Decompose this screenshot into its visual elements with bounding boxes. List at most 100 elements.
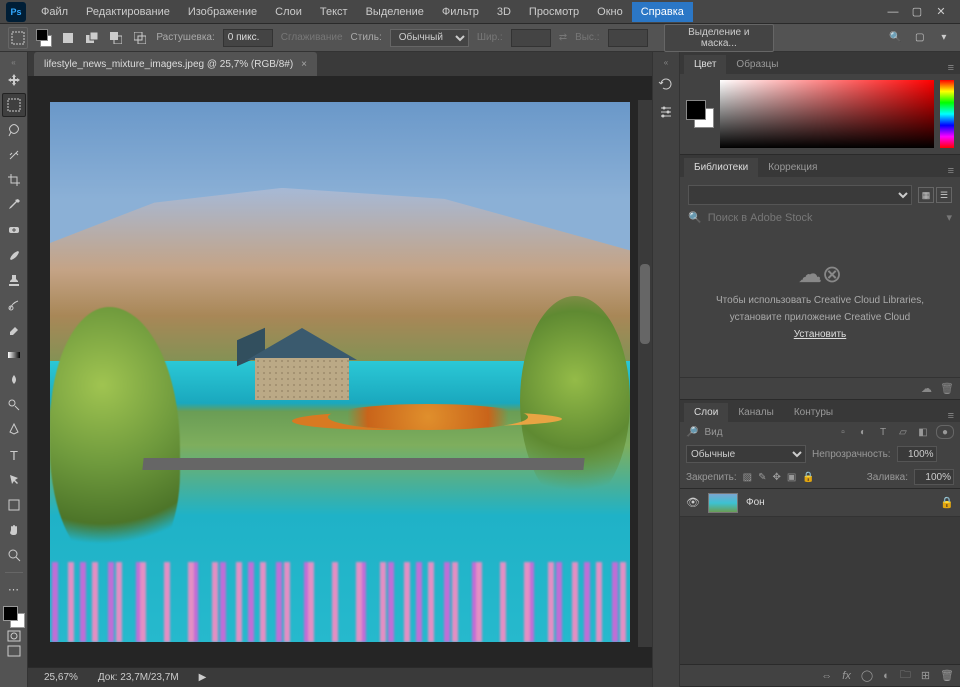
type-tool[interactable]: T <box>2 443 26 467</box>
minimize-icon[interactable]: — <box>886 5 900 19</box>
history-brush-tool[interactable] <box>2 293 26 317</box>
opacity-input[interactable] <box>897 446 937 462</box>
path-select-tool[interactable] <box>2 468 26 492</box>
search-icon[interactable]: 🔍 <box>888 29 904 47</box>
select-and-mask-button[interactable]: Выделение и маска... <box>664 24 775 52</box>
healing-tool[interactable] <box>2 218 26 242</box>
screen-mode-icon[interactable] <box>5 644 23 658</box>
lib-cloud-icon[interactable]: ☁ <box>921 382 932 395</box>
lock-all-icon[interactable]: 🔒 <box>802 472 814 483</box>
panel-menu-icon[interactable]: ≡ <box>948 410 960 422</box>
swatch-mini[interactable] <box>36 29 52 47</box>
menu-filter[interactable]: Фильтр <box>433 2 488 22</box>
layer-mask-icon[interactable]: ◯ <box>861 669 873 682</box>
gradient-tool[interactable] <box>2 343 26 367</box>
library-select[interactable] <box>688 185 912 205</box>
list-view-icon[interactable]: ☰ <box>936 187 952 203</box>
lock-icon[interactable]: 🔒 <box>940 496 954 509</box>
brush-tool[interactable] <box>2 243 26 267</box>
panel-menu-icon[interactable]: ≡ <box>948 62 960 74</box>
feather-input[interactable] <box>223 29 273 47</box>
filter-type-icon[interactable]: T <box>876 425 890 439</box>
marquee-tool[interactable] <box>2 93 26 117</box>
adjustment-layer-icon[interactable]: ◐ <box>883 670 890 682</box>
shape-tool[interactable] <box>2 493 26 517</box>
quick-mask-icon[interactable] <box>5 629 23 643</box>
delete-layer-icon[interactable]: 🗑 <box>940 669 954 682</box>
panel-menu-icon[interactable]: ≡ <box>948 165 960 177</box>
menu-select[interactable]: Выделение <box>357 2 433 22</box>
move-tool[interactable] <box>2 68 26 92</box>
visibility-icon[interactable]: 👁 <box>686 496 700 509</box>
status-arrow-icon[interactable]: ▶ <box>199 672 207 683</box>
eyedropper-tool[interactable] <box>2 193 26 217</box>
tab-layers[interactable]: Слои <box>684 403 728 422</box>
color-field[interactable] <box>720 80 934 148</box>
properties-panel-icon[interactable] <box>655 101 677 123</box>
selection-subtract-icon[interactable] <box>108 29 124 47</box>
grid-view-icon[interactable]: ▦ <box>918 187 934 203</box>
close-tab-icon[interactable]: × <box>301 59 307 70</box>
lasso-tool[interactable] <box>2 118 26 142</box>
current-tool-icon[interactable] <box>8 27 28 49</box>
selection-intersect-icon[interactable] <box>132 29 148 47</box>
eraser-tool[interactable] <box>2 318 26 342</box>
menu-image[interactable]: Изображение <box>179 2 266 22</box>
tab-channels[interactable]: Каналы <box>728 403 784 422</box>
lock-artboard-icon[interactable]: ▣ <box>787 472 796 483</box>
menu-edit[interactable]: Редактирование <box>77 2 179 22</box>
selection-add-icon[interactable] <box>84 29 100 47</box>
pen-tool[interactable] <box>2 418 26 442</box>
layer-row[interactable]: 👁 Фон 🔒 <box>680 489 960 517</box>
share-icon[interactable]: ▢ <box>912 29 928 47</box>
install-link[interactable]: Установить <box>794 329 847 340</box>
color-swatch-panel[interactable] <box>686 100 714 128</box>
workspace-icon[interactable]: ▾ <box>936 29 952 47</box>
strip-collapse-icon[interactable]: « <box>664 58 668 67</box>
vertical-scrollbar[interactable] <box>638 100 652 647</box>
wand-tool[interactable] <box>2 143 26 167</box>
layer-fx-icon[interactable]: fx <box>842 670 851 682</box>
tab-libraries[interactable]: Библиотеки <box>684 158 758 177</box>
maximize-icon[interactable]: ▢ <box>910 5 924 19</box>
layer-name[interactable]: Фон <box>746 497 932 508</box>
menu-window[interactable]: Окно <box>588 2 632 22</box>
menu-view[interactable]: Просмотр <box>520 2 588 22</box>
style-select[interactable]: Обычный <box>390 29 469 47</box>
filter-pixel-icon[interactable]: ▫ <box>836 425 850 439</box>
blur-tool[interactable] <box>2 368 26 392</box>
new-layer-icon[interactable]: ⊞ <box>921 669 930 682</box>
close-icon[interactable]: ✕ <box>934 5 948 19</box>
document-tab[interactable]: lifestyle_news_mixture_images.jpeg @ 25,… <box>34 52 317 76</box>
menu-help[interactable]: Справка <box>632 2 693 22</box>
crop-tool[interactable] <box>2 168 26 192</box>
tab-swatches[interactable]: Образцы <box>726 55 788 74</box>
lock-pixels-icon[interactable]: ▨ <box>743 472 752 483</box>
filter-adjust-icon[interactable]: ◐ <box>856 425 870 439</box>
canvas[interactable] <box>28 76 652 667</box>
tab-adjustments[interactable]: Коррекция <box>758 158 827 177</box>
selection-new-icon[interactable] <box>60 29 76 47</box>
filter-search-icon[interactable]: 🔎 <box>686 427 698 438</box>
menu-file[interactable]: Файл <box>32 2 77 22</box>
menu-text[interactable]: Текст <box>311 2 357 22</box>
tools-collapse-icon[interactable]: « <box>11 58 15 67</box>
edit-toolbar-icon[interactable]: ⋯ <box>2 577 26 601</box>
menu-layer[interactable]: Слои <box>266 2 311 22</box>
dodge-tool[interactable] <box>2 393 26 417</box>
history-panel-icon[interactable] <box>655 73 677 95</box>
zoom-level[interactable]: 25,67% <box>44 672 78 683</box>
tab-paths[interactable]: Контуры <box>784 403 843 422</box>
hue-slider[interactable] <box>940 80 954 148</box>
filter-smart-icon[interactable]: ◧ <box>916 425 930 439</box>
stamp-tool[interactable] <box>2 268 26 292</box>
zoom-tool[interactable] <box>2 543 26 567</box>
layer-thumbnail[interactable] <box>708 493 738 513</box>
library-search[interactable]: 🔍 Поиск в Adobe Stock ▾ <box>688 211 952 224</box>
blend-mode-select[interactable]: Обычные <box>686 445 806 463</box>
menu-3d[interactable]: 3D <box>488 2 520 22</box>
link-layers-icon[interactable]: ⇔ <box>821 670 832 682</box>
lock-brush-icon[interactable]: ✎ <box>758 472 766 483</box>
filter-shape-icon[interactable]: ▱ <box>896 425 910 439</box>
lib-trash-icon[interactable]: 🗑 <box>940 382 954 395</box>
